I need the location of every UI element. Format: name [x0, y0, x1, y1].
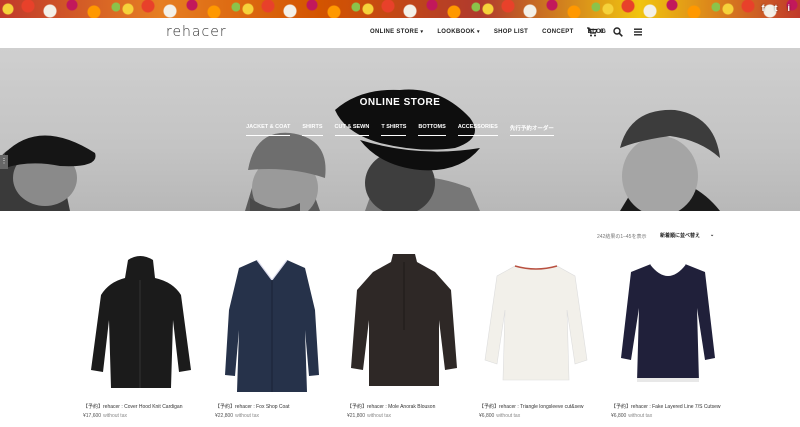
tax-note: without tax [496, 413, 521, 419]
product-card[interactable]: 【予約】rehacer : Fox Shop Coat ¥22,800 witho… [215, 250, 330, 419]
product-photo [484, 265, 588, 381]
product-image[interactable] [83, 250, 198, 392]
nav-shop-list[interactable]: SHOP LIST [494, 29, 528, 35]
product-card[interactable]: 【予約】rehacer : Fake Layered Line 7/S Cuts… [611, 250, 726, 419]
price-value: ¥21,800 [347, 413, 366, 419]
category-shirts[interactable]: SHIRTS [302, 124, 323, 136]
price-value: ¥6,800 [479, 413, 495, 419]
product-price: ¥17,600 without tax [83, 413, 198, 419]
product-price: ¥21,800 without tax [347, 413, 462, 419]
sort-label: 新着順に並べ替え [660, 233, 701, 239]
nav-lookbook[interactable]: LOOKBOOK ▾ [437, 29, 480, 35]
nav-label: ONLINE STORE [370, 29, 419, 35]
product-image[interactable] [479, 250, 594, 392]
hamburger-icon[interactable] [633, 27, 643, 37]
model-1 [0, 135, 96, 211]
product-price: ¥6,800 without tax [479, 413, 594, 419]
price-value: ¥6,800 [611, 413, 627, 419]
twitter-icon[interactable]: t [774, 3, 777, 13]
category-cut-sewn[interactable]: CUT & SEWN [334, 124, 370, 136]
category-jacket-coat[interactable]: JACKET & COAT [246, 124, 291, 136]
cart-icon [587, 27, 597, 37]
hero-title: ONLINE STORE [359, 97, 441, 108]
category-links: JACKET & COAT SHIRTS CUT & SEWN T SHIRTS… [0, 124, 800, 136]
social-links: f t i [761, 3, 790, 13]
product-photo [621, 263, 715, 382]
product-photo [225, 259, 319, 392]
facebook-icon[interactable]: f [761, 3, 764, 13]
product-card[interactable]: 【予約】rehacer : Cover Hood Knit Cardigan ¥… [83, 250, 198, 419]
product-price: ¥22,800 without tax [215, 413, 330, 419]
nav-label: LOOKBOOK [437, 29, 476, 35]
chevron-down-icon: ⌄ [710, 232, 715, 238]
nav-concept[interactable]: CONCEPT [542, 29, 573, 35]
site-logo[interactable]: rehacer [166, 24, 227, 40]
instagram-icon[interactable]: i [787, 3, 790, 13]
price-value: ¥17,600 [83, 413, 102, 419]
product-photo [91, 256, 191, 388]
category-bottoms[interactable]: BOTTOMS [418, 124, 446, 136]
search-icon[interactable] [613, 27, 624, 37]
category-t-shirts[interactable]: T SHIRTS [381, 124, 407, 136]
product-name[interactable]: 【予約】rehacer : Fox Shop Coat [215, 404, 330, 411]
model-2 [245, 132, 326, 211]
price-value: ¥22,800 [215, 413, 234, 419]
side-panel-handle[interactable]: ⋮ [0, 155, 8, 169]
product-image[interactable] [347, 250, 462, 392]
product-name[interactable]: 【予約】rehacer : Mole Anorak Blouson [347, 404, 462, 411]
product-image[interactable] [215, 250, 330, 392]
cart-count: 0 [600, 29, 604, 35]
category-pre-order[interactable]: 先行予約オーダー [509, 124, 554, 136]
site-header: rehacer ONLINE STORE ▾ LOOKBOOK ▾ SHOP LIS… [0, 18, 800, 48]
tax-note: without tax [367, 413, 391, 419]
hero-banner: ONLINE STORE JACKET & COAT SHIRTS CUT & … [0, 48, 800, 211]
cart-button[interactable]: 0 [587, 27, 603, 37]
chevron-down-icon: ▾ [477, 29, 480, 35]
product-image[interactable] [611, 250, 726, 392]
sort-select[interactable]: 新着順に並べ替え ⌄ [660, 232, 714, 239]
nav-online-store[interactable]: ONLINE STORE ▾ [370, 29, 423, 35]
result-count: 242結果の1–45を表示 [597, 234, 647, 240]
product-card[interactable]: 【予約】rehacer : Mole Anorak Blouson ¥21,80… [347, 250, 462, 419]
product-photo [351, 254, 457, 386]
tax-note: without tax [103, 413, 127, 419]
header-tools: 0 [587, 27, 643, 37]
product-price: ¥6,800 without tax [611, 413, 726, 419]
product-name[interactable]: 【予約】rehacer : Fake Layered Line 7/S Cuts… [611, 404, 726, 411]
floral-banner: f t i [0, 0, 800, 18]
tax-note: without tax [628, 413, 653, 419]
nav-label: SHOP LIST [493, 29, 529, 35]
category-accessories[interactable]: ACCESSORIES [457, 124, 498, 136]
main-nav: ONLINE STORE ▾ LOOKBOOK ▾ SHOP LIST CONCEP… [370, 29, 606, 35]
product-name[interactable]: 【予約】rehacer : Cover Hood Knit Cardigan [83, 404, 198, 411]
tax-note: without tax [235, 413, 259, 419]
product-card[interactable]: 【予約】rehacer : Triangle longsleeve cut&se… [479, 250, 594, 419]
chevron-down-icon: ▾ [420, 29, 424, 35]
product-name[interactable]: 【予約】rehacer : Triangle longsleeve cut&se… [479, 404, 594, 411]
nav-label: CONCEPT [542, 29, 574, 35]
product-grid: 【予約】rehacer : Cover Hood Knit Cardigan ¥… [83, 250, 726, 419]
